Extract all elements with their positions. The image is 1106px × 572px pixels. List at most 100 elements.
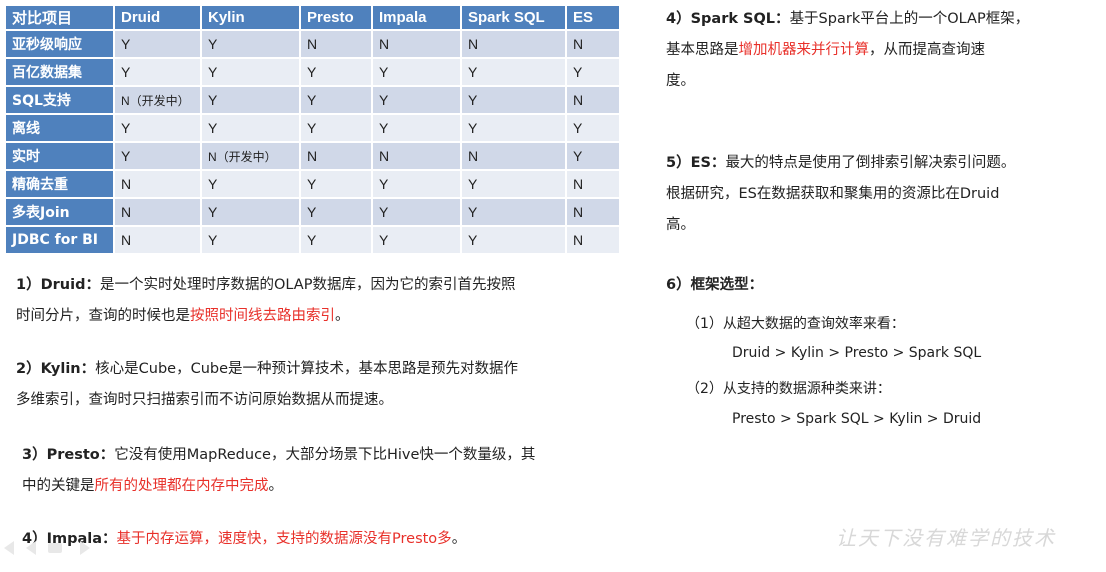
row-label: 实时 bbox=[6, 143, 115, 171]
row-label: 离线 bbox=[6, 115, 115, 143]
row-label: SQL支持 bbox=[6, 87, 115, 115]
paragraph-es: 5）ES：最大的特点是使用了倒排索引解决索引问题。 根据研究，ES在数据获取和聚… bbox=[666, 148, 1015, 241]
table-cell: N bbox=[567, 171, 621, 199]
para-text: 基本思路是 bbox=[666, 42, 739, 58]
para-text: 最大的特点是使用了倒排索引解决索引问题。 bbox=[725, 155, 1016, 171]
table-cell: Y bbox=[373, 59, 462, 87]
table-cell: Y bbox=[301, 59, 373, 87]
para-text: 。 bbox=[335, 308, 350, 324]
para-highlight: 基于内存运算，速度快，支持的数据源没有Presto多 bbox=[116, 531, 452, 547]
table-cell: Y bbox=[567, 143, 621, 171]
table-row: 百亿数据集 Y Y Y Y Y Y bbox=[6, 59, 621, 87]
table-row: 实时 Y N（开发中） N N N Y bbox=[6, 143, 621, 171]
table-cell: Y bbox=[202, 227, 301, 255]
table-cell: N bbox=[115, 171, 202, 199]
para-heading: 4）Spark SQL： bbox=[666, 11, 790, 27]
header-cell: Presto bbox=[301, 6, 373, 31]
para-text: 度。 bbox=[666, 73, 695, 89]
header-cell: Kylin bbox=[202, 6, 301, 31]
row-label: 精确去重 bbox=[6, 171, 115, 199]
para-heading: 1）Druid： bbox=[16, 277, 100, 293]
table-cell: Y bbox=[301, 199, 373, 227]
table-cell: Y bbox=[202, 87, 301, 115]
table-cell: N bbox=[462, 143, 567, 171]
table-cell: Y bbox=[202, 115, 301, 143]
para-text: 基于Spark平台上的一个OLAP框架， bbox=[789, 11, 1030, 27]
table-cell: Y bbox=[301, 171, 373, 199]
selection-criterion-2: （2）从支持的数据源种类来讲： bbox=[686, 381, 891, 397]
table-cell: Y bbox=[301, 115, 373, 143]
para-highlight: 按照时间线去路由索引 bbox=[190, 308, 335, 324]
para-text: 核心是Cube，Cube是一种预计算技术，基本思路是预先对数据作 bbox=[95, 361, 519, 377]
header-cell: Spark SQL bbox=[462, 6, 567, 31]
row-label: JDBC for BI bbox=[6, 227, 115, 255]
table-cell: Y bbox=[462, 59, 567, 87]
table-row: 亚秒级响应 Y Y N N N N bbox=[6, 31, 621, 59]
table-cell: Y bbox=[115, 143, 202, 171]
para-heading: 2）Kylin： bbox=[16, 361, 96, 377]
selection-ranking-2: Presto > Spark SQL > Kylin > Druid bbox=[732, 411, 982, 427]
para-text: 多维索引，查询时只扫描索引而不访问原始数据从而提速。 bbox=[16, 392, 393, 408]
table-cell: Y bbox=[115, 31, 202, 59]
para-heading: 3）Presto： bbox=[22, 447, 115, 463]
table-cell: N bbox=[462, 31, 567, 59]
table-cell: Y bbox=[202, 199, 301, 227]
table-cell: Y bbox=[202, 31, 301, 59]
table-cell: N bbox=[115, 199, 202, 227]
para-text: 高。 bbox=[666, 217, 695, 233]
row-label: 亚秒级响应 bbox=[6, 31, 115, 59]
table-cell: N bbox=[567, 87, 621, 115]
slide-nav-icons[interactable] bbox=[2, 538, 94, 558]
table-cell: Y bbox=[462, 199, 567, 227]
para-text: 时间分片，查询的时候也是 bbox=[16, 308, 190, 324]
table-cell: Y bbox=[202, 59, 301, 87]
selection-ranking-1: Druid > Kylin > Presto > Spark SQL bbox=[732, 345, 982, 361]
para-heading: 6）框架选型： bbox=[666, 277, 764, 293]
para-heading: 5）ES： bbox=[666, 155, 726, 171]
para-text: 。 bbox=[451, 531, 467, 547]
table-cell: N（开发中） bbox=[202, 143, 301, 171]
para-highlight: 所有的处理都在内存中完成 bbox=[94, 478, 269, 494]
table-row: SQL支持 N（开发中） Y Y Y Y N bbox=[6, 87, 621, 115]
table-cell: N bbox=[567, 199, 621, 227]
para-text: ，从而提高查询速 bbox=[869, 42, 985, 58]
header-cell: Impala bbox=[373, 6, 462, 31]
comparison-table: 对比项目 Druid Kylin Presto Impala Spark SQL… bbox=[6, 6, 621, 255]
table-cell: Y bbox=[301, 87, 373, 115]
table-cell: Y bbox=[373, 115, 462, 143]
first-slide-icon bbox=[4, 541, 14, 555]
table-cell: N bbox=[301, 31, 373, 59]
table-row: JDBC for BI N Y Y Y Y N bbox=[6, 227, 621, 255]
para-text: 中的关键是 bbox=[22, 478, 95, 494]
paragraph-druid: 1）Druid：是一个实时处理时序数据的OLAP数据库，因为它的索引首先按照 时… bbox=[16, 270, 515, 332]
table-header-row: 对比项目 Druid Kylin Presto Impala Spark SQL… bbox=[6, 6, 621, 31]
para-highlight: 增加机器来并行计算 bbox=[738, 42, 870, 58]
table-cell: Y bbox=[115, 115, 202, 143]
header-cell: Druid bbox=[115, 6, 202, 31]
paragraph-spark-sql: 4）Spark SQL：基于Spark平台上的一个OLAP框架， 基本思路是增加… bbox=[666, 4, 1029, 97]
table-cell: Y bbox=[373, 171, 462, 199]
table-row: 精确去重 N Y Y Y Y N bbox=[6, 171, 621, 199]
header-cell: ES bbox=[567, 6, 621, 31]
paragraph-presto: 3）Presto：它没有使用MapReduce，大部分场景下比Hive快一个数量… bbox=[22, 440, 535, 502]
table-cell: Y bbox=[567, 115, 621, 143]
para-text: 。 bbox=[268, 478, 284, 494]
table-cell: Y bbox=[462, 87, 567, 115]
table-cell: Y bbox=[462, 227, 567, 255]
table-cell: N bbox=[373, 31, 462, 59]
row-label: 百亿数据集 bbox=[6, 59, 115, 87]
paragraph-kylin: 2）Kylin：核心是Cube，Cube是一种预计算技术，基本思路是预先对数据作… bbox=[16, 354, 518, 416]
table-cell: Y bbox=[567, 59, 621, 87]
table-cell: Y bbox=[462, 171, 567, 199]
table-cell: Y bbox=[115, 59, 202, 87]
prev-slide-icon bbox=[26, 541, 36, 555]
table-cell: Y bbox=[373, 87, 462, 115]
para-text: 它没有使用MapReduce，大部分场景下比Hive快一个数量级，其 bbox=[114, 447, 536, 463]
para-text: 根据研究，ES在数据获取和聚集用的资源比在Druid bbox=[666, 186, 1000, 202]
table-cell: Y bbox=[373, 227, 462, 255]
table-cell: N bbox=[567, 31, 621, 59]
table-row: 离线 Y Y Y Y Y Y bbox=[6, 115, 621, 143]
table-cell: N bbox=[115, 227, 202, 255]
next-slide-icon bbox=[80, 541, 90, 555]
table-cell: N（开发中） bbox=[115, 87, 202, 115]
